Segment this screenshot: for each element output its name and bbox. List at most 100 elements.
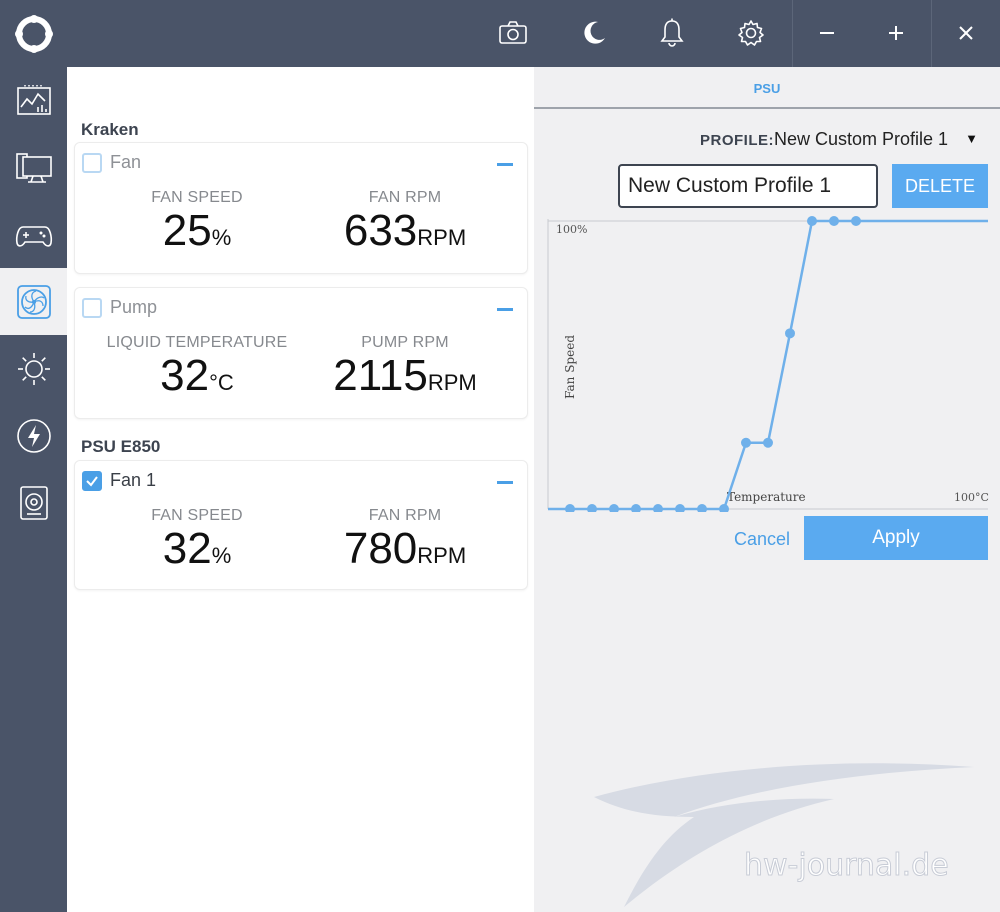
curve-point[interactable] [829,216,839,226]
app-logo-icon [15,15,53,53]
pump-card: Pump LIQUID TEMPERATURE 32°C PUMP RPM 21… [74,287,528,419]
profile-select-value: New Custom Profile 1 [774,129,949,149]
card-name: Fan 1 [110,470,157,490]
bell-icon[interactable] [655,16,689,50]
audio-icon [19,485,48,520]
minimize-icon[interactable] [810,16,844,50]
collapse-icon[interactable] [497,163,513,166]
sidebar-item-pc[interactable] [0,134,67,201]
curve-point[interactable] [675,504,685,512]
fan-rpm-metric: FAN RPM 780RPM [305,507,505,578]
curve-point[interactable] [807,216,817,226]
maximize-icon[interactable] [879,16,913,50]
pump-rpm-metric: PUMP RPM 2115RPM [305,334,505,405]
metric-value: 2115RPM [305,354,505,405]
curve-point[interactable] [587,504,597,512]
gear-icon[interactable] [734,16,768,50]
metric-unit: °C [209,370,234,395]
metric-number: 32 [160,351,210,400]
metric-label: FAN SPEED [151,189,243,206]
cancel-button[interactable]: Cancel [734,527,804,551]
metric-number: 633 [343,206,418,255]
tab-psu[interactable]: PSU [534,67,1000,109]
sidebar [0,67,67,912]
metric-value: 633RPM [305,209,505,260]
curve-point[interactable] [653,504,663,512]
metric-number: 25 [162,206,212,255]
metric-unit: % [211,225,232,250]
metric-value: 780RPM [305,527,505,578]
curve-point[interactable] [741,437,751,448]
curve-point[interactable] [609,504,619,512]
collapse-icon[interactable] [497,308,513,311]
metric-value: 32% [107,527,287,578]
delete-button[interactable]: DELETE [892,164,988,208]
metric-number: 780 [343,524,418,573]
fan-curve-line [570,219,988,511]
sidebar-item-cooling[interactable] [0,268,67,335]
metric-unit: RPM [417,225,467,250]
metric-value: 25% [107,209,287,260]
title-bar-divider [931,0,932,67]
pump-checkbox[interactable] [82,298,102,318]
curve-point[interactable] [851,216,861,226]
fan1-checkbox[interactable] [82,471,102,491]
hw-journal-watermark: hw-journal.de [594,763,974,907]
x-axis-label: Temperature [727,490,806,504]
monitoring-icon [16,84,51,115]
profile-panel: PSU PROFILE: New Custom Profile 1 ▼ DELE… [534,67,1000,912]
sidebar-item-power[interactable] [0,402,67,469]
camera-icon[interactable] [496,16,530,50]
pc-icon [15,152,52,183]
group-title: PSU E850 [81,437,161,456]
moon-icon[interactable] [577,16,611,50]
metric-label: PUMP RPM [361,334,449,351]
metric-unit: RPM [427,370,477,395]
card-name: Fan [110,152,142,172]
caret-down-icon: ▼ [965,131,978,146]
checkmark-icon [86,476,98,487]
curve-point[interactable] [565,504,575,512]
title-bar-divider [792,0,793,67]
metric-number: 32 [162,524,212,573]
title-bar [0,0,1000,67]
lighting-icon [17,352,50,385]
y-max-label: 100% [556,223,587,236]
profile-label: PROFILE: [700,132,774,149]
fan-checkbox[interactable] [82,153,102,173]
gamepad-icon [15,225,52,247]
sidebar-item-lighting[interactable] [0,335,67,402]
fan-curve-chart[interactable]: 100% 100°C Temperature Fan Speed [534,207,1000,512]
power-icon [16,418,51,453]
sidebar-item-monitoring[interactable] [0,67,67,134]
curve-point[interactable] [697,504,707,512]
metric-label: FAN RPM [368,507,442,524]
sidebar-item-gaming[interactable] [0,201,67,268]
close-icon[interactable] [949,16,983,50]
profile-select[interactable]: New Custom Profile 1 ▼ [774,129,982,153]
profile-name-input[interactable] [618,164,878,208]
device-panel: Kraken Fan FAN SPEED 25% FAN RPM 633RPM … [67,67,534,912]
fan-rpm-metric: FAN RPM 633RPM [305,189,505,260]
fan-speed-metric: FAN SPEED 25% [107,189,287,260]
apply-button[interactable]: Apply [804,516,988,560]
curve-point[interactable] [631,504,641,512]
curve-point[interactable] [785,328,795,339]
collapse-icon[interactable] [497,481,513,484]
curve-point[interactable] [719,504,729,512]
y-axis-label: Fan Speed [563,335,577,399]
psu-fan-card: Fan 1 FAN SPEED 32% FAN RPM 780RPM [74,460,528,590]
metric-number: 2115 [333,351,428,400]
fan-card: Fan FAN SPEED 25% FAN RPM 633RPM [74,142,528,274]
metric-label: FAN RPM [368,189,442,206]
metric-label: LIQUID TEMPERATURE [106,334,288,351]
curve-point[interactable] [763,437,773,448]
x-max-label: 100°C [954,491,989,504]
metric-value: 32°C [97,354,297,405]
sidebar-item-audio[interactable] [0,469,67,536]
metric-unit: % [211,543,232,568]
liquid-temperature-metric: LIQUID TEMPERATURE 32°C [97,334,297,405]
fan-icon [16,284,51,319]
watermark-text: hw-journal.de [744,848,949,883]
card-name: Pump [110,297,158,317]
